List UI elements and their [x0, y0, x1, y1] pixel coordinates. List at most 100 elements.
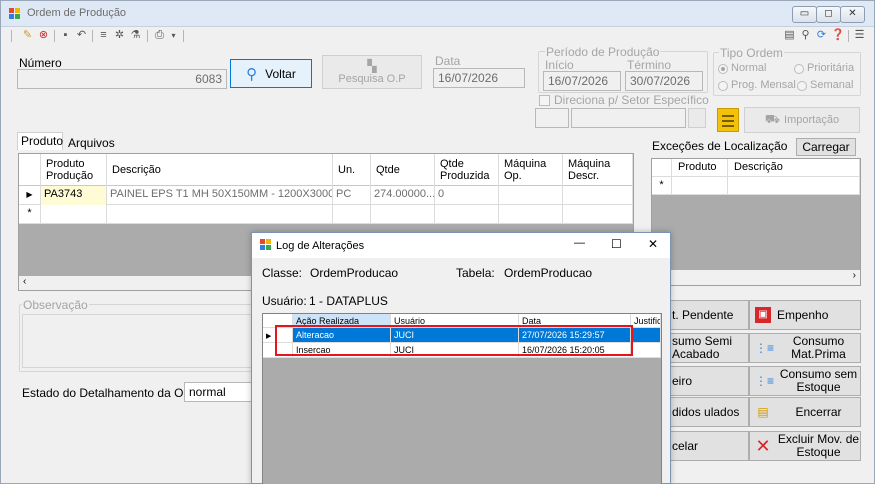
title-bar: Ordem de Produção ▭ ◻ ✕ [1, 1, 874, 27]
list-icon[interactable]: ≡ [97, 29, 110, 42]
tipo-semanal-radio [797, 81, 807, 91]
empenho-button[interactable]: ▣ Empenho [749, 300, 861, 330]
cell-descricao[interactable]: PAINEL EPS T1 MH 50X150MM - 1200X3000... [107, 186, 333, 205]
cell-produto[interactable]: PA3743 [41, 186, 107, 205]
carregar-button[interactable]: Carregar [796, 138, 856, 156]
filter-icon[interactable]: ⚗ [129, 29, 142, 42]
cell-justificativa[interactable] [631, 343, 661, 358]
dialog-close-button[interactable]: ✕ [648, 237, 658, 251]
voltar-button[interactable]: ⚲ Voltar [230, 59, 312, 88]
setor-name-field [571, 108, 686, 128]
x-icon: ✕ [755, 436, 771, 456]
tipo-normal-radio [718, 64, 728, 74]
minimize-button[interactable]: ▭ [792, 6, 817, 23]
excecoes-title: Exceções de Localização [652, 139, 788, 153]
importacao-button: ⛟ Importação [744, 107, 860, 133]
excecoes-header: Produto Descrição [652, 159, 860, 177]
encerrar-button[interactable]: ▤ Encerrar [749, 397, 861, 427]
col-exc-produto[interactable]: Produto [672, 159, 728, 177]
pesquisa-op-button: ▚ Pesquisa O.P [322, 55, 422, 89]
menu-icon[interactable]: ☰ [853, 29, 866, 42]
tab-produto[interactable]: Produto [17, 132, 67, 150]
dialog-minimize-button[interactable]: — [574, 237, 585, 249]
tipo-prog-mensal-label: Prog. Mensal [731, 79, 796, 91]
cell-qtde[interactable]: 274.00000... [371, 186, 435, 205]
consumo-sem-estoque-button[interactable]: ⋮≡ Consumo sem Estoque [749, 366, 861, 396]
col-produto[interactable]: Produto Produção [41, 154, 107, 186]
col-maquina-descr[interactable]: Máquina Descr. [563, 154, 633, 186]
tipo-prioritaria-radio [794, 64, 804, 74]
tipo-semanal-label: Semanal [810, 79, 854, 91]
observacao-textarea [22, 314, 256, 368]
window-list-icon[interactable]: ▤ [783, 29, 796, 42]
edit-icon[interactable]: ✎ [21, 29, 34, 42]
table-row-new[interactable]: * [19, 205, 633, 224]
tab-arquivos[interactable]: Arquivos [64, 134, 119, 152]
periodo-label: Período de Produção [545, 45, 661, 59]
inicio-label: Início [545, 58, 574, 72]
usuario-value: 1 - DATAPLUS [309, 294, 388, 308]
zoom-icon[interactable]: ⚲ [799, 29, 812, 42]
tabela-label: Tabela: [456, 266, 495, 280]
usuario-label: Usuário: [262, 294, 307, 308]
setor-lookup-button [688, 108, 706, 128]
dialog-title: Log de Alterações [276, 240, 365, 252]
print-icon[interactable]: ⎙ [153, 29, 166, 42]
cell-maquina-descr[interactable] [563, 186, 633, 205]
col-justificativa[interactable]: Justificativa [631, 314, 661, 328]
numero-field[interactable]: 6083 [17, 69, 227, 89]
tabela-value: OrdemProducao [504, 266, 593, 280]
help-icon[interactable]: ❓ [831, 29, 845, 42]
direciona-label: Direciona p/ Setor Específico [554, 93, 709, 107]
table-row[interactable]: ▶ PA3743 PAINEL EPS T1 MH 50X150MM - 120… [19, 186, 633, 205]
observacao-label: Observação [22, 298, 89, 312]
numero-label: Número [19, 56, 62, 70]
close-button[interactable]: ✕ [840, 6, 865, 23]
col-exc-descricao[interactable]: Descrição [728, 159, 860, 177]
excecoes-grid: Produto Descrição * › [651, 158, 861, 286]
cell-justificativa[interactable] [631, 328, 661, 343]
tools-icon[interactable]: ✲ [113, 29, 126, 42]
empenho-icon: ▣ [755, 307, 771, 323]
classe-label: Classe: [262, 266, 303, 280]
col-qtde[interactable]: Qtde [371, 154, 435, 186]
log-alteracoes-dialog: Log de Alterações — ☐ ✕ Classe: OrdemPro… [251, 232, 671, 484]
col-descricao[interactable]: Descrição [107, 154, 333, 186]
tipo-prioritaria-label: Prioritária [807, 62, 855, 74]
cell-maquina-op[interactable] [499, 186, 563, 205]
dropdown-icon[interactable]: ▾ [167, 29, 180, 42]
data-field: 16/07/2026 [433, 68, 525, 88]
search-icon: ⚲ [246, 65, 258, 83]
col-qtde-produzida[interactable]: Qtde Produzida [435, 154, 499, 186]
excecoes-new-row[interactable]: * [652, 177, 860, 195]
list-bullets-icon: ⋮≡ [755, 341, 775, 355]
excecoes-hscrollbar[interactable]: › [652, 270, 860, 285]
termino-field: 30/07/2026 [625, 71, 703, 91]
col-maquina-op[interactable]: Máquina Op. [499, 154, 563, 186]
scroll-right-icon[interactable]: › [853, 270, 856, 281]
scroll-left-icon[interactable]: ‹ [23, 276, 26, 287]
direciona-checkbox [539, 95, 550, 106]
notes-icon[interactable] [717, 108, 739, 132]
consumo-mat-prima-button[interactable]: ⋮≡ Consumo Mat.Prima [749, 333, 861, 363]
excluir-mov-estoque-button[interactable]: ✕ Excluir Mov. de Estoque [749, 431, 861, 461]
dialog-app-icon [260, 239, 272, 251]
cancel-icon[interactable]: ⊗ [37, 29, 50, 42]
tipo-normal-label: Normal [731, 62, 767, 74]
col-un[interactable]: Un. [333, 154, 371, 186]
undo-icon[interactable]: ↶ [75, 29, 88, 42]
termino-label: Término [627, 58, 672, 72]
tipo-ordem-label: Tipo Ordem [719, 46, 784, 60]
cell-un[interactable]: PC [333, 186, 371, 205]
inicio-field: 16/07/2026 [543, 71, 621, 91]
maximize-button[interactable]: ◻ [816, 6, 841, 23]
cell-qtde-produzida[interactable]: 0 [435, 186, 499, 205]
data-label: Data [435, 54, 461, 68]
list-bullets-icon: ⋮≡ [755, 374, 775, 388]
classe-value: OrdemProducao [310, 266, 399, 280]
save-icon[interactable]: ▪ [59, 29, 72, 42]
refresh-icon[interactable]: ⟳ [815, 29, 828, 42]
product-grid-header: Produto Produção Descrição Un. Qtde Qtde… [19, 154, 633, 186]
truck-icon: ⛟ [764, 112, 781, 126]
dialog-maximize-button[interactable]: ☐ [611, 237, 622, 251]
